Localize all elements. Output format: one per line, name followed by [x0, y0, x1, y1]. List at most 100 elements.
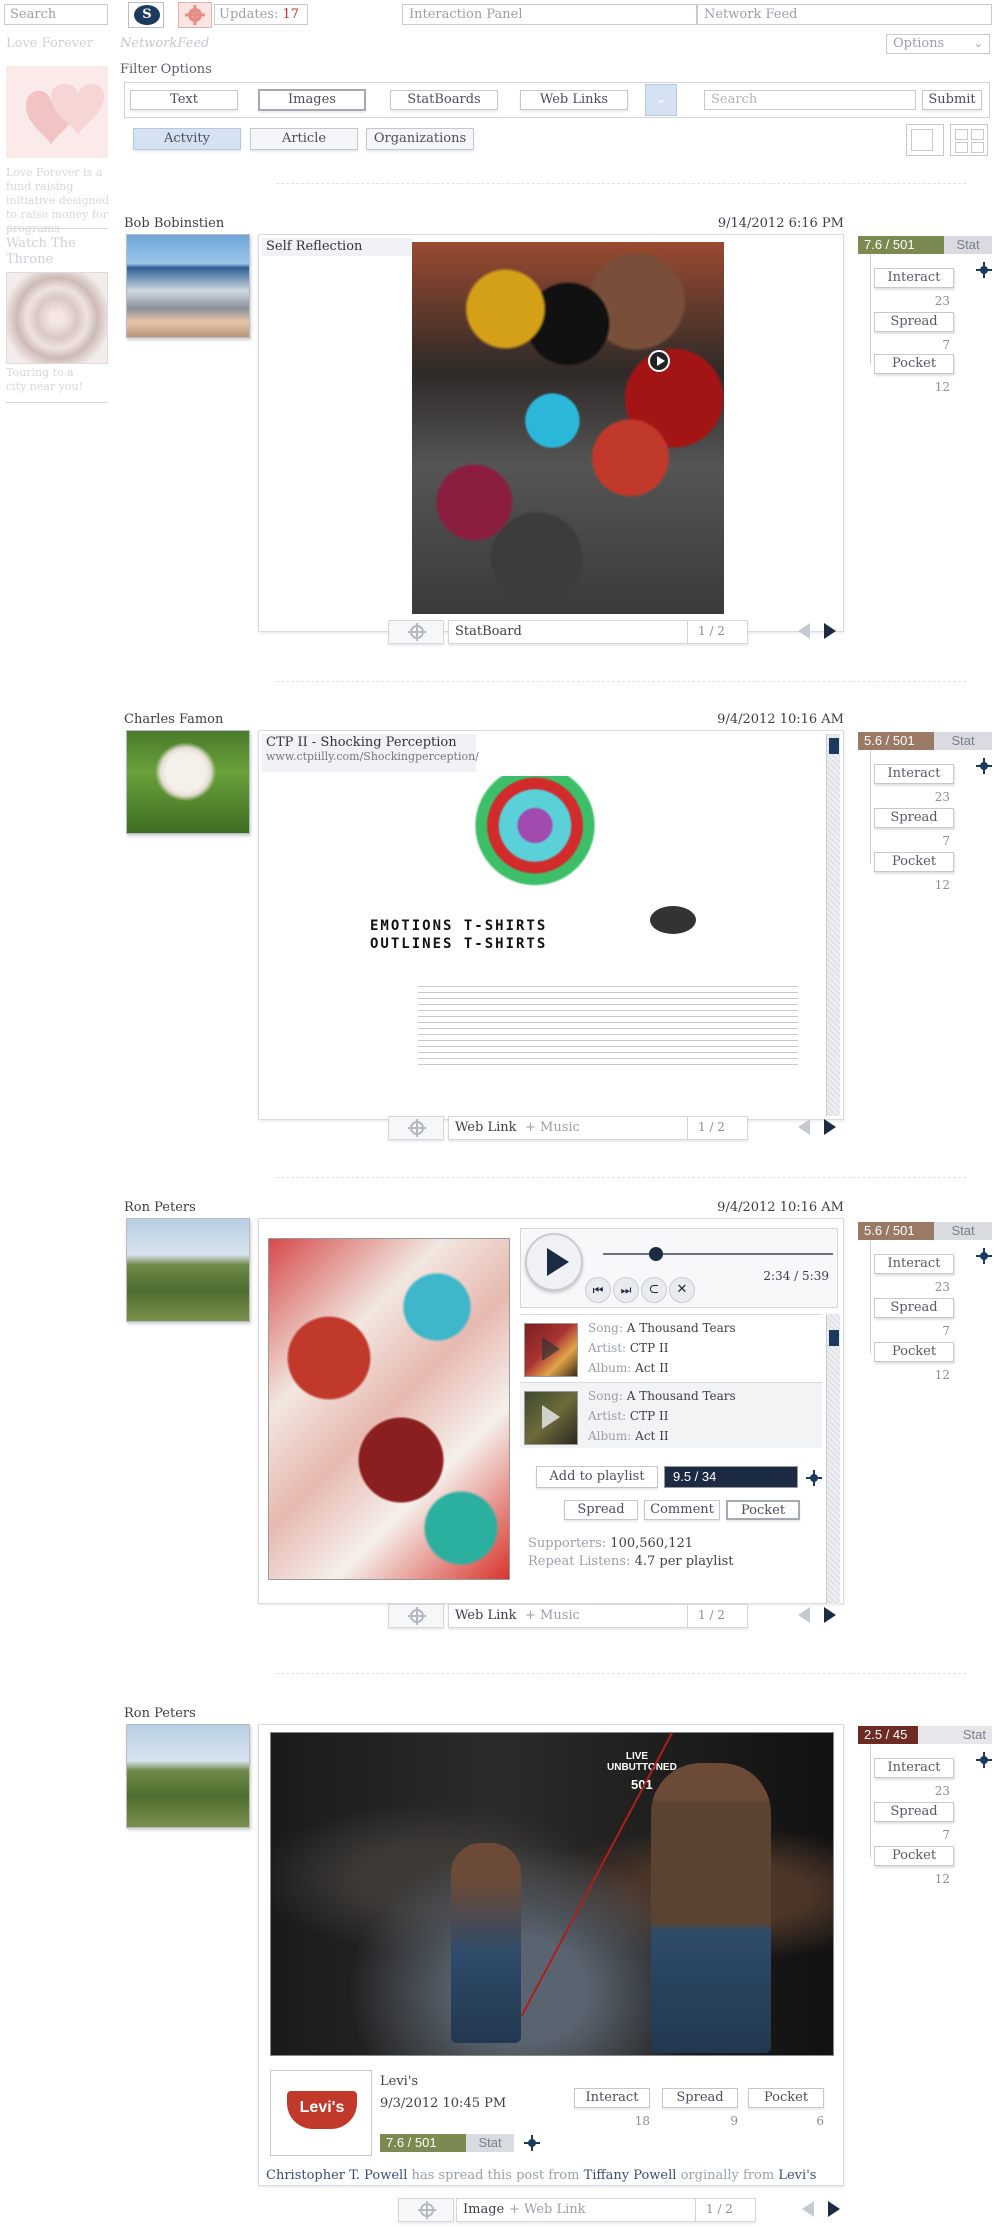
- pocket-button[interactable]: Pocket: [874, 1846, 954, 1866]
- skip-back-button[interactable]: ⏮: [585, 1277, 611, 1303]
- filter-search-input[interactable]: Search: [704, 90, 916, 110]
- updates-counter[interactable]: Updates: 17: [214, 4, 308, 25]
- inner-spread-button[interactable]: Spread: [564, 1500, 638, 1520]
- webpage-preview[interactable]: Emotions T-shirts Outlines T-shirts: [300, 776, 826, 1076]
- filter-statboards-button[interactable]: StatBoards: [390, 90, 498, 110]
- interact-button[interactable]: Interact: [874, 268, 954, 288]
- play-button[interactable]: [525, 1233, 583, 1291]
- move-icon[interactable]: [976, 758, 992, 774]
- playlist-song[interactable]: Song: A Thousand Tears Artist: CTP II Al…: [520, 1382, 822, 1448]
- shuffle-button[interactable]: ✕: [669, 1277, 695, 1303]
- filter-weblinks-button[interactable]: Web Links: [520, 90, 628, 110]
- author-avatar[interactable]: [126, 234, 250, 338]
- filter-text-button[interactable]: Text: [130, 90, 238, 110]
- author-avatar[interactable]: [126, 1724, 250, 1828]
- brand-interact-button[interactable]: Interact: [574, 2088, 650, 2108]
- spread-button[interactable]: Spread: [874, 808, 954, 828]
- move-icon[interactable]: [976, 262, 992, 278]
- filter-more-dropdown[interactable]: ⌄: [645, 84, 677, 116]
- scroll-thumb[interactable]: [829, 738, 839, 754]
- inner-pocket-button[interactable]: Pocket: [726, 1500, 800, 1520]
- skip-forward-button[interactable]: ⏭: [613, 1277, 639, 1303]
- love-forever-image[interactable]: [6, 66, 108, 158]
- next-page-button[interactable]: [824, 1119, 836, 1135]
- filter-submit-button[interactable]: Submit: [922, 90, 982, 110]
- spread-button[interactable]: Spread: [874, 1298, 954, 1318]
- filter-organizations-button[interactable]: Organizations: [366, 128, 474, 150]
- interact-button[interactable]: Interact: [874, 764, 954, 784]
- move-icon[interactable]: [806, 1470, 822, 1486]
- interact-button[interactable]: Interact: [874, 1254, 954, 1274]
- brand-spread-button[interactable]: Spread: [662, 2088, 738, 2108]
- post-footer: StatBoard 1 / 2: [258, 620, 844, 644]
- progress-knob[interactable]: [649, 1247, 663, 1261]
- brand-logo[interactable]: Levi's: [270, 2070, 372, 2156]
- spread-user-link[interactable]: Christopher T. Powell: [266, 2168, 407, 2183]
- pocket-button[interactable]: Pocket: [874, 354, 954, 374]
- top-search-input[interactable]: Search: [4, 4, 108, 25]
- notification-gear-icon[interactable]: [178, 2, 212, 28]
- next-page-button[interactable]: [824, 1607, 836, 1623]
- author-avatar[interactable]: [126, 730, 250, 834]
- sidebar-title-watch-the-throne[interactable]: Watch The Throne: [6, 236, 106, 268]
- pocket-button[interactable]: Pocket: [874, 1342, 954, 1362]
- statboard-collage-image[interactable]: [412, 242, 724, 614]
- album-art-image[interactable]: [268, 1238, 510, 1580]
- filter-activity-button[interactable]: Actvity: [133, 128, 241, 150]
- stat-meter[interactable]: 5.6 / 501 Stat: [858, 1222, 992, 1240]
- author-avatar[interactable]: [126, 1218, 250, 1322]
- move-icon[interactable]: [976, 1248, 992, 1264]
- move-icon[interactable]: [524, 2135, 540, 2151]
- post-author[interactable]: Bob Bobinstien: [124, 216, 224, 231]
- ad-image[interactable]: LIVE UNBUTTONED 501: [270, 1732, 834, 2056]
- stat-meter[interactable]: 7.6 / 501 Stat: [858, 236, 992, 254]
- add-to-playlist-button[interactable]: Add to playlist: [536, 1466, 658, 1488]
- prev-page-button[interactable]: [802, 2201, 814, 2217]
- inner-stat-meter[interactable]: 9.5 / 34: [664, 1466, 798, 1488]
- sidebar-title-love-forever[interactable]: Love Forever: [6, 36, 93, 51]
- filter-article-button[interactable]: Article: [250, 128, 358, 150]
- brand-name[interactable]: Levi's: [380, 2074, 418, 2089]
- move-handle[interactable]: [388, 620, 444, 644]
- move-handle[interactable]: [398, 2198, 454, 2222]
- collage-play-icon[interactable]: [648, 350, 670, 372]
- pocket-button[interactable]: Pocket: [874, 852, 954, 872]
- view-single-icon[interactable]: [906, 124, 944, 156]
- post-author[interactable]: Ron Peters: [124, 1706, 196, 1721]
- progress-track[interactable]: [603, 1253, 833, 1255]
- view-grid-icon[interactable]: [950, 124, 988, 156]
- content-scrollbar[interactable]: [826, 734, 840, 1116]
- playlist-song[interactable]: Song: A Thousand Tears Artist: CTP II Al…: [520, 1314, 822, 1380]
- brand-pocket-button[interactable]: Pocket: [748, 2088, 824, 2108]
- inner-comment-button[interactable]: Comment: [644, 1500, 720, 1520]
- post-author[interactable]: Charles Famon: [124, 712, 223, 727]
- prev-page-button[interactable]: [798, 1607, 810, 1623]
- repeat-button[interactable]: ⊂: [641, 1277, 667, 1303]
- stat-meter[interactable]: 2.5 / 45 Stat: [858, 1726, 992, 1744]
- options-dropdown[interactable]: Options ⌄: [886, 34, 990, 54]
- move-handle[interactable]: [388, 1604, 444, 1628]
- feed-divider: [276, 681, 966, 682]
- spread-from-link[interactable]: Tiffany Powell: [584, 2168, 677, 2183]
- spread-origin-link[interactable]: Levi's: [778, 2168, 816, 2183]
- playlist-scrollbar[interactable]: [826, 1314, 840, 1604]
- brand-stat-meter[interactable]: 7.6 / 501 Stat: [380, 2134, 514, 2152]
- scroll-thumb[interactable]: [829, 1330, 839, 1346]
- post-author[interactable]: Ron Peters: [124, 1200, 196, 1215]
- spread-button[interactable]: Spread: [874, 312, 954, 332]
- next-page-button[interactable]: [824, 623, 836, 639]
- interact-button[interactable]: Interact: [874, 1758, 954, 1778]
- filter-images-button[interactable]: Images: [258, 89, 366, 111]
- watch-the-throne-image[interactable]: [6, 272, 108, 364]
- network-feed-tab[interactable]: Network Feed: [697, 4, 992, 25]
- interaction-panel-tab[interactable]: Interaction Panel: [402, 4, 697, 25]
- stat-meter[interactable]: 5.6 / 501 Stat: [858, 732, 992, 750]
- spread-button[interactable]: Spread: [874, 1802, 954, 1822]
- prev-page-button[interactable]: [798, 623, 810, 639]
- move-handle[interactable]: [388, 1116, 444, 1140]
- content-url[interactable]: www.ctpiilly.com/Shockingperception/: [266, 750, 479, 763]
- home-logo-button[interactable]: S: [128, 2, 164, 28]
- prev-page-button[interactable]: [798, 1119, 810, 1135]
- next-page-button[interactable]: [828, 2201, 840, 2217]
- move-icon[interactable]: [976, 1752, 992, 1768]
